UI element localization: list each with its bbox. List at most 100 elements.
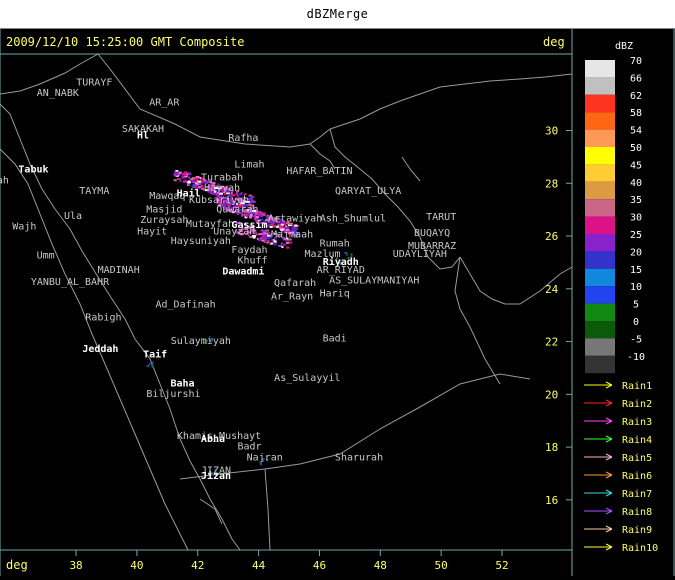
legend-label: Rain2	[622, 399, 652, 410]
place-label: Sulaymiyah	[171, 336, 231, 347]
colorbar-swatch	[585, 181, 615, 200]
echo-pixel	[250, 197, 253, 200]
echo-pixel	[248, 216, 252, 219]
place-label: BUQAYQ	[414, 228, 450, 239]
colorbar-label: 54	[630, 126, 642, 137]
colorbar-label: 50	[630, 143, 642, 154]
echo-pixel	[270, 242, 273, 245]
timestamp-label: 2009/12/10 15:25:00 GMT Composite	[6, 35, 244, 49]
qatar-hint	[401, 156, 421, 182]
place-label: Rumah	[320, 239, 350, 250]
place-label: Ula	[64, 211, 82, 222]
colorbar-label: 15	[630, 265, 642, 276]
legend-item[interactable]: Rain6	[584, 471, 652, 482]
y-tick-label: 16	[545, 494, 558, 507]
colorbar-label: 30	[630, 213, 642, 224]
colorbar-swatch	[585, 199, 615, 217]
colorbar-swatch	[585, 355, 615, 374]
place-label: QARYAT_ULYA	[335, 186, 401, 197]
legend-item[interactable]: Rain8	[584, 507, 652, 518]
place-label: Quwarah	[216, 204, 258, 215]
echo-pixel	[186, 181, 191, 184]
window-titlebar: dBZMerge	[0, 0, 675, 29]
place-label: Artawiyah	[268, 214, 322, 225]
echo-pixel	[286, 246, 290, 249]
rain-legend[interactable]: Rain1 Rain2 Rain3 Rain4 Rain5 Rain6 Rain7 Rain8…	[584, 381, 658, 554]
y-tick-label: 26	[545, 230, 558, 243]
city-label: Dawadmi	[222, 265, 264, 277]
legend-item[interactable]: Rain7	[584, 489, 652, 500]
echo-pixel	[258, 233, 263, 236]
echo-pixel	[269, 225, 273, 228]
echo-pixel	[344, 251, 347, 254]
echo-pixel	[191, 180, 196, 183]
place-label: Rabigh	[85, 312, 121, 323]
echo-pixel	[266, 240, 270, 243]
legend-label: Rain9	[622, 525, 652, 536]
city-label: Tabuk	[18, 165, 48, 176]
colorbar-label: 58	[630, 108, 642, 119]
echo-pixel	[282, 243, 286, 246]
place-label: HAFAR_BATIN	[286, 166, 352, 177]
radar-plot[interactable]: 2009/12/10 15:25:00 GMT Composite deg de…	[0, 29, 675, 576]
place-label: Khuff	[237, 256, 267, 267]
echo-pixel	[255, 233, 258, 236]
city-label: Jeddah	[82, 344, 118, 355]
legend-label: Rain4	[622, 435, 652, 446]
y-axis-ticks: 30 28 26 24 22 20 18 16	[545, 125, 572, 507]
colorbar-label: 0	[633, 317, 639, 328]
legend-item[interactable]: Rain2	[584, 399, 652, 410]
oman-border	[454, 256, 501, 385]
colorbar-swatch	[585, 77, 615, 95]
legend-item[interactable]: Rain10	[584, 543, 658, 554]
place-label: Wajh	[12, 221, 36, 232]
place-label: Zuraysah	[140, 215, 188, 226]
radar-map-svg[interactable]: 2009/12/10 15:25:00 GMT Composite deg de…	[0, 29, 675, 576]
legend-label: Rain1	[622, 381, 652, 392]
echo-pixel	[151, 361, 154, 364]
legend-label: Rain10	[622, 543, 658, 554]
legend-item[interactable]: Rain1	[584, 381, 652, 392]
city-label: Taif	[143, 348, 167, 360]
echo-pixel	[251, 200, 256, 203]
echo-pixel	[273, 243, 278, 246]
echo-pixel	[281, 246, 284, 249]
echo-pixel	[259, 463, 262, 466]
echo-pixel	[263, 212, 266, 215]
echo-pixel	[147, 365, 150, 368]
colorbar-label: -5	[630, 334, 642, 345]
echo-pixel	[286, 241, 290, 244]
x-axis-ticks: 38 40 42 44 46 48 50 52	[69, 550, 509, 572]
place-label: Biljurshi	[146, 389, 200, 400]
uae-coast	[459, 256, 573, 305]
echo-pixel	[188, 184, 191, 187]
x-tick-label: 48	[374, 559, 387, 572]
place-label: MADINAH	[98, 265, 140, 276]
echo-pixel	[176, 178, 181, 181]
legend-label: Rain8	[622, 507, 652, 518]
place-label: Turabah	[201, 173, 243, 184]
place-label: TURAYF	[76, 78, 112, 89]
colorbar-label: 70	[630, 56, 642, 67]
place-label: AR_RIYAD	[317, 265, 365, 276]
y-tick-label: 22	[545, 336, 558, 349]
legend-item[interactable]: Rain3	[584, 417, 652, 428]
legend-item[interactable]: Rain4	[584, 435, 652, 446]
echo-pixel	[173, 179, 177, 182]
farasan-hint	[199, 498, 223, 525]
place-label: As_Sulayyil	[274, 373, 340, 384]
colorbar-label: 5	[633, 300, 639, 311]
colorbar-label: 10	[630, 282, 642, 293]
place-label: TAYMA	[79, 186, 109, 197]
bottom-unit-label: deg	[6, 558, 28, 572]
colorbar-swatch	[585, 303, 615, 321]
legend-item[interactable]: Rain9	[584, 525, 652, 536]
place-label: Umm	[37, 250, 55, 261]
echo-pixel	[173, 174, 178, 177]
echo-pixel	[279, 225, 284, 228]
colorbar-label: 66	[630, 73, 642, 84]
echo-pixel	[184, 174, 188, 177]
echo-pixel	[174, 171, 178, 174]
legend-item[interactable]: Rain5	[584, 453, 652, 464]
echo-pixel	[262, 233, 266, 236]
